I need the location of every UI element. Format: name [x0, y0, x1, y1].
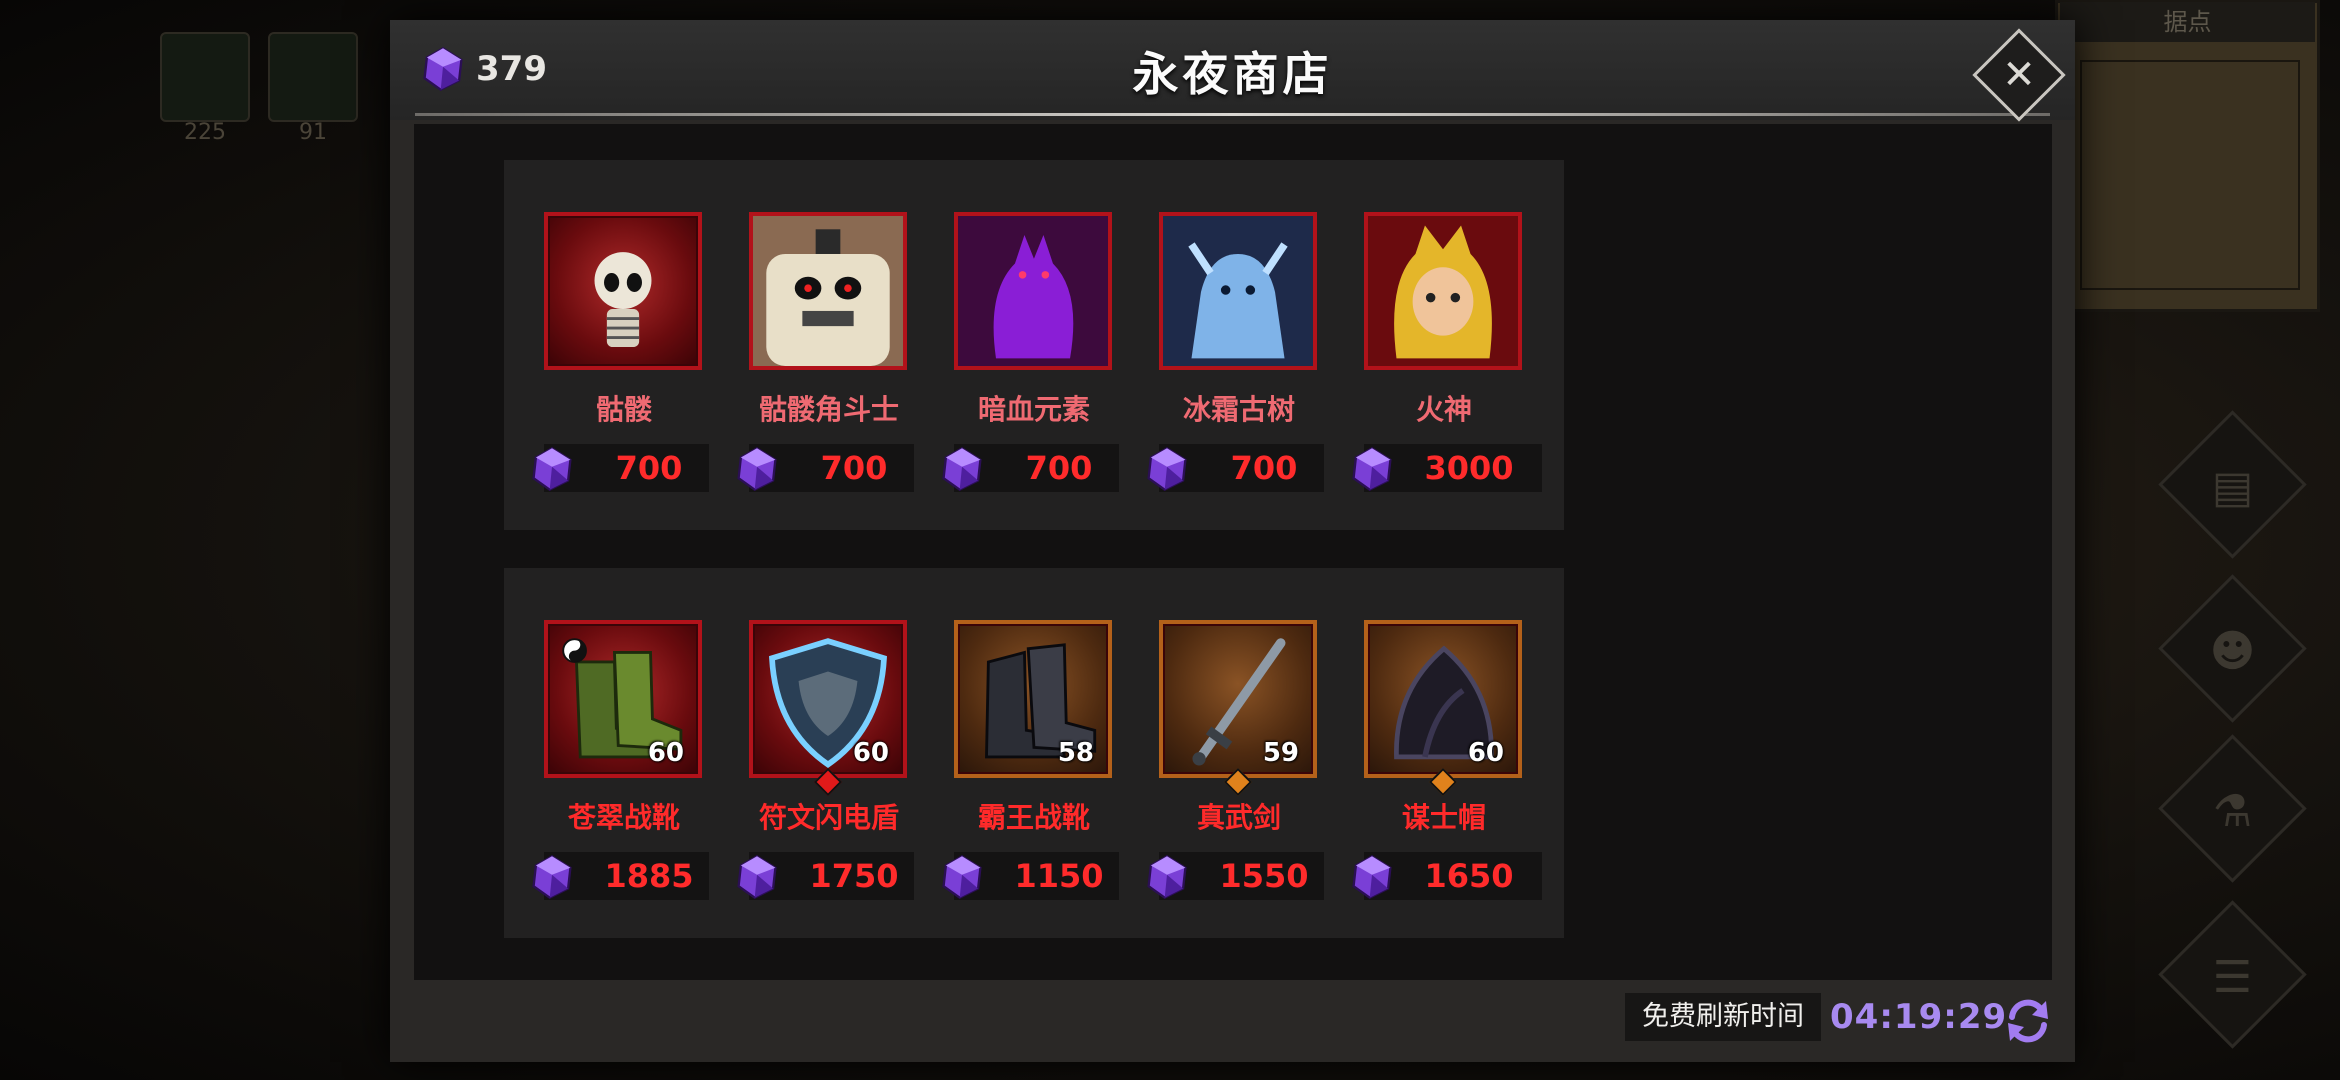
price-gem [939, 446, 985, 496]
card-price: 1550 [1219, 857, 1309, 895]
card-name: 冰霜古树 [1182, 393, 1295, 426]
item-level: 58 [1057, 738, 1094, 768]
free-refresh-label: 免费刷新时间 [1625, 993, 1821, 1041]
shop-card[interactable]: 火神 3000 [1324, 160, 1564, 530]
fire-god-portrait [1364, 212, 1522, 370]
card-name: 真武剑 [1196, 801, 1281, 834]
price-gem [1349, 854, 1395, 904]
purple-gem-icon [532, 446, 572, 492]
skeleton-gladiator-portrait [749, 212, 907, 370]
background-skill-count: 91 [299, 120, 327, 145]
shop-card[interactable]: 暗血元素 700 [914, 160, 1154, 530]
potion-icon: ⚗ [2212, 786, 2253, 837]
potion-button[interactable]: ⚗ [2158, 734, 2307, 883]
item-level: 60 [647, 738, 684, 768]
card-price: 700 [615, 449, 683, 487]
item-level: 59 [1262, 738, 1299, 768]
rune-shield-portrait: 60 [749, 620, 907, 778]
menu-list-icon: ☰ [2212, 952, 2253, 1003]
shop-card[interactable]: 60 符文闪电盾 1750 [709, 568, 949, 938]
skeleton-icon [594, 252, 652, 348]
header-divider [415, 113, 2050, 116]
purple-gem-icon [1147, 854, 1187, 900]
quest-scroll-button[interactable]: ▤ [2158, 410, 2307, 559]
shop-title: 永夜商店 [1132, 47, 1333, 101]
refresh-timer: 04:19:29 [1830, 997, 2008, 1037]
card-price: 3000 [1424, 449, 1514, 487]
game-screen: { "background": { "slots": [{"count": "2… [0, 0, 2340, 1080]
card-price: 700 [1025, 449, 1093, 487]
background-skill-slot [268, 32, 358, 122]
purple-gem-icon [1352, 446, 1392, 492]
close-icon: ✕ [2002, 52, 2036, 98]
card-price: 700 [1230, 449, 1298, 487]
item-level: 60 [1467, 738, 1504, 768]
hood-portrait: 60 [1364, 620, 1522, 778]
shop-card[interactable]: 60 谋士帽 1650 [1324, 568, 1564, 938]
card-name: 骷髅 [595, 393, 652, 426]
shop-card[interactable]: 60 苍翠战靴 1885 [504, 568, 744, 938]
minimap-grid [2080, 60, 2300, 290]
price-gem [1349, 446, 1395, 496]
skeleton-gladiator-icon [753, 216, 903, 366]
purple-gem-icon [1147, 446, 1187, 492]
card-name: 暗血元素 [977, 393, 1090, 426]
people-icon: ☻ [2209, 626, 2256, 677]
purple-gem-icon [737, 446, 777, 492]
card-price: 700 [820, 449, 888, 487]
card-name: 霸王战靴 [977, 801, 1090, 834]
item-level: 60 [852, 738, 889, 768]
frost-treant-portrait [1159, 212, 1317, 370]
green-boots-portrait: 60 [544, 620, 702, 778]
price-gem [939, 854, 985, 904]
purple-gem-icon [532, 854, 572, 900]
dark-blood-elemental-portrait [954, 212, 1112, 370]
card-price: 1750 [809, 857, 899, 895]
card-name: 符文闪电盾 [758, 801, 899, 834]
purple-gem-icon [1352, 854, 1392, 900]
background-skill-slot [160, 32, 250, 122]
frost-treant-icon [1163, 216, 1313, 366]
shop-card[interactable]: 59 真武剑 1550 [1119, 568, 1359, 938]
skeleton-portrait [544, 212, 702, 370]
price-gem [1144, 446, 1190, 496]
price-gem [529, 446, 575, 496]
price-gem [734, 446, 780, 496]
menu-button[interactable]: ☰ [2158, 900, 2307, 1049]
overlord-boots-portrait: 58 [954, 620, 1112, 778]
price-gem [529, 854, 575, 904]
shop-card[interactable]: 58 霸王战靴 1150 [914, 568, 1154, 938]
card-name: 谋士帽 [1401, 801, 1486, 834]
price-gem [734, 854, 780, 904]
dark-blood-elemental-icon [958, 216, 1108, 366]
purple-gem-icon [737, 854, 777, 900]
purple-gem-icon [942, 446, 982, 492]
card-name: 苍翠战靴 [567, 801, 680, 834]
sword-portrait: 59 [1159, 620, 1317, 778]
fire-god-icon [1368, 216, 1518, 366]
shop-card[interactable]: 冰霜古树 700 [1119, 160, 1359, 530]
shop-card[interactable]: 骷髅角斗士 700 [709, 160, 949, 530]
friends-button[interactable]: ☻ [2158, 574, 2307, 723]
refresh-icon[interactable] [2002, 995, 2054, 1047]
background-skill-count: 225 [184, 120, 226, 145]
shop-card[interactable]: 骷髅 700 [504, 160, 744, 530]
card-price: 1150 [1014, 857, 1104, 895]
card-name: 火神 [1415, 393, 1472, 426]
purple-gem-icon [942, 854, 982, 900]
card-price: 1650 [1424, 857, 1514, 895]
card-price: 1885 [604, 857, 694, 895]
card-name: 骷髅角斗士 [758, 393, 899, 426]
minimap-title: 据点 [2060, 2, 2315, 42]
scroll-icon: ▤ [2211, 462, 2254, 513]
shop-modal: 379 永夜商店 ✕ 骷髅 700 骷髅角斗士 700 暗血元素 700 冰霜古树 700 火神… [390, 20, 2075, 1062]
price-gem [1144, 854, 1190, 904]
